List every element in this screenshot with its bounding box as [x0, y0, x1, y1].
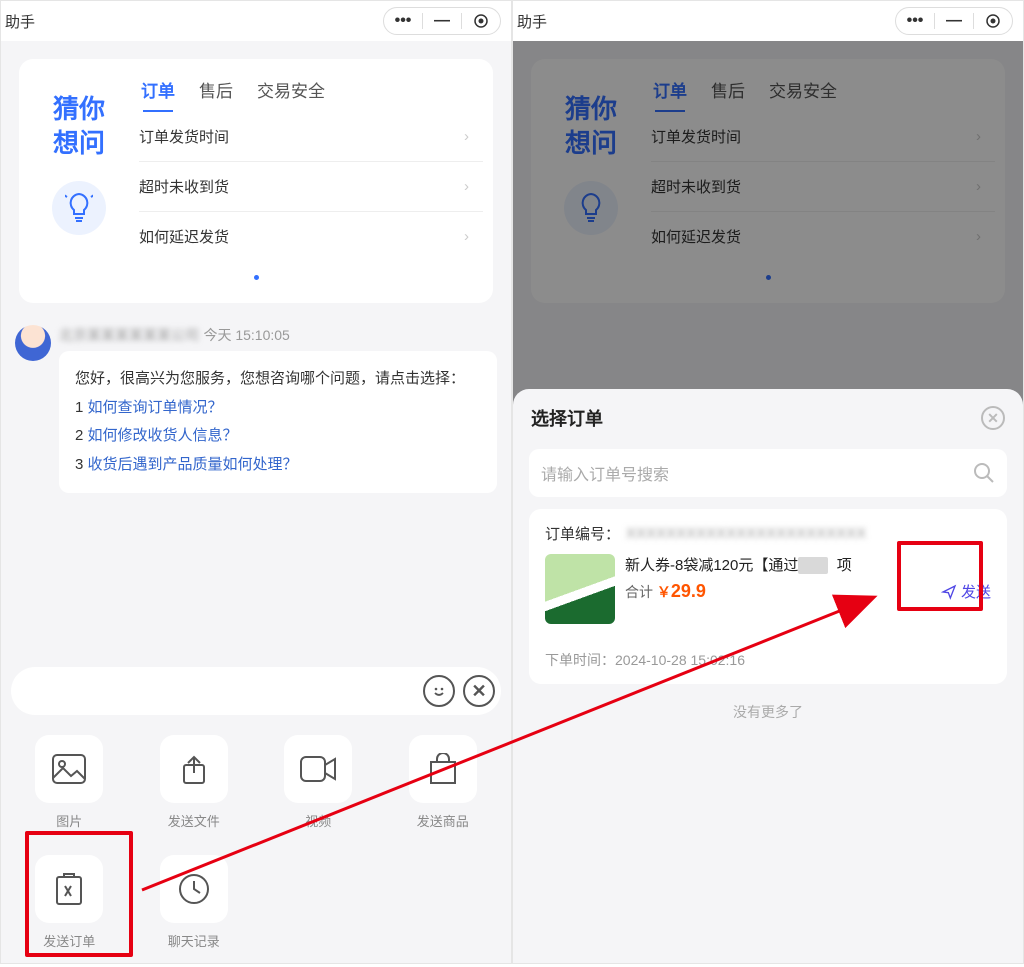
send-button[interactable]: 发送: [941, 581, 991, 602]
close-icon[interactable]: ✕: [463, 675, 495, 707]
chevron-right-icon: ›: [464, 228, 469, 245]
option-link[interactable]: 收货后遇到产品质量如何处理？: [88, 456, 298, 473]
order-search-input[interactable]: 请输入订单号搜索: [529, 449, 1007, 497]
tool-goods[interactable]: 发送商品: [389, 735, 498, 847]
minimize-icon[interactable]: —: [945, 12, 963, 30]
faq-item[interactable]: 如何延迟发货›: [139, 212, 483, 261]
chevron-right-icon: ›: [464, 128, 469, 145]
sheet-title: 选择订单: [531, 405, 603, 431]
target-icon[interactable]: [984, 12, 1002, 30]
pager-dot: [19, 261, 493, 285]
tool-image[interactable]: 图片: [15, 735, 124, 847]
window-controls: ••• —: [383, 7, 501, 35]
tool-video[interactable]: 视频: [264, 735, 373, 847]
faq-item[interactable]: 超时未收到货›: [139, 162, 483, 212]
message-bubble: 您好，很高兴为您服务，您想咨询哪个问题，请点击选择： 1 如何查询订单情况？ 2…: [59, 351, 497, 493]
faq-tabs: 订单 售后 交易安全: [139, 67, 483, 112]
guess-column: 猜你想问: [19, 67, 139, 261]
send-icon: [941, 584, 957, 600]
tool-history[interactable]: 聊天记录: [140, 855, 249, 967]
no-more-text: 没有更多了: [513, 702, 1023, 722]
emoji-icon[interactable]: [423, 675, 455, 707]
option-link[interactable]: 如何查询订单情况？: [88, 399, 223, 416]
window-title: 助手: [1, 11, 35, 32]
product-image: [545, 554, 615, 624]
close-icon[interactable]: ✕: [981, 406, 1005, 430]
order-sheet: 选择订单 ✕ 请输入订单号搜索 订单编号：XXXXXXXXXXXXXXXXXXX…: [513, 389, 1023, 963]
minimize-icon[interactable]: —: [433, 12, 451, 30]
tab-safety[interactable]: 交易安全: [255, 71, 327, 112]
chevron-right-icon: ›: [464, 178, 469, 195]
window-controls: ••• —: [895, 7, 1013, 35]
product-title: 新人券-8袋减120元【通过某某 项: [625, 554, 991, 575]
tab-aftersale[interactable]: 售后: [197, 71, 235, 112]
message-time: 今天 15:10:05: [203, 327, 289, 343]
faq-card: 猜你想问 订单 售后 交易安全: [19, 59, 493, 303]
tab-order[interactable]: 订单: [139, 71, 177, 112]
chat-input[interactable]: ✕: [11, 667, 501, 715]
tool-send-order[interactable]: 发送订单: [15, 855, 124, 967]
order-card[interactable]: 订单编号：XXXXXXXXXXXXXXXXXXXXXXXX 新人券-8袋减120…: [529, 509, 1007, 684]
search-icon: [973, 462, 995, 484]
bulb-icon: [52, 181, 106, 235]
left-panel: 助手 ••• — 猜你想问: [0, 0, 512, 964]
more-icon[interactable]: •••: [906, 12, 924, 30]
window-title: 助手: [513, 11, 547, 32]
order-number: 订单编号：XXXXXXXXXXXXXXXXXXXXXXXX: [545, 523, 991, 544]
sender-name: 北京某某某某某某公司: [59, 325, 199, 345]
faq-item[interactable]: 订单发货时间›: [139, 112, 483, 162]
more-icon[interactable]: •••: [394, 12, 412, 30]
order-total: 合计 ￥29.9: [625, 581, 991, 602]
avatar: [15, 325, 51, 361]
tool-file[interactable]: 发送文件: [140, 735, 249, 847]
titlebar: 助手 ••• —: [1, 1, 511, 41]
target-icon[interactable]: [472, 12, 490, 30]
order-time: 下单时间：2024-10-28 15:02:16: [545, 650, 991, 670]
right-panel: 助手 ••• — 猜你想问 订单 售后 交易安全: [512, 0, 1024, 964]
chat-area: 北京某某某某某某公司 今天 15:10:05 您好，很高兴为您服务，您想咨询哪个…: [1, 321, 511, 497]
tool-panel: 图片 发送文件 视频 发送商品 发送订单 聊天记录: [1, 719, 511, 963]
titlebar: 助手 ••• —: [513, 1, 1023, 41]
option-link[interactable]: 如何修改收货人信息？: [88, 427, 238, 444]
